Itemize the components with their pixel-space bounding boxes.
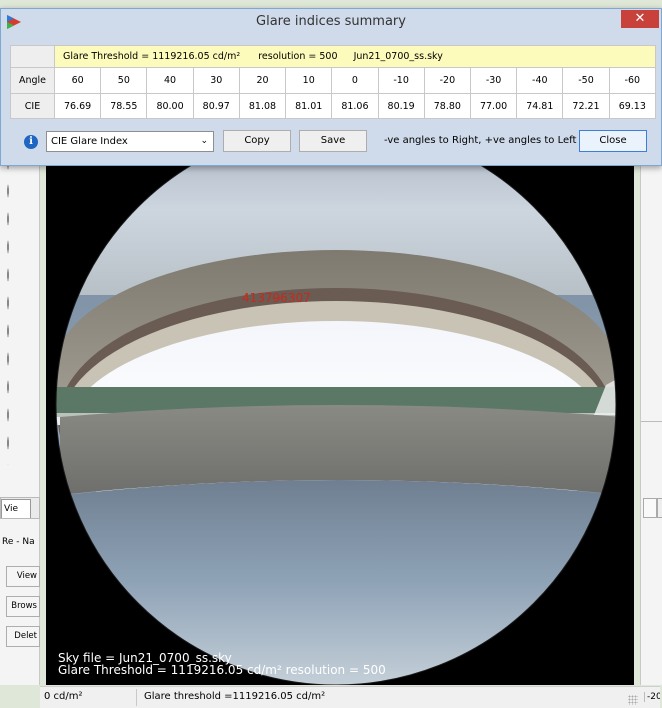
table-row-angle: Angle 60 50 40 30 20 10 0 -10 -20 -30 -40 -50 -60 xyxy=(10,67,657,94)
close-icon: ✕ xyxy=(634,11,646,26)
cie-cell: 74.81 xyxy=(516,93,564,119)
angle-cell: -60 xyxy=(608,67,657,94)
angle-cell: -20 xyxy=(423,67,471,94)
panel-dots xyxy=(6,165,10,465)
status-bar: 0 cd/m² Glare threshold =1119216.05 cd/m… xyxy=(40,686,660,708)
cie-cell: 78.55 xyxy=(100,93,148,119)
dialog-titlebar[interactable]: Glare indices summary ✕ xyxy=(1,9,661,35)
right-divider xyxy=(641,421,662,422)
angle-cell: -50 xyxy=(562,67,610,94)
angle-cell: 60 xyxy=(53,67,102,94)
side-label: Re - Na xyxy=(2,537,35,547)
angle-cell: 50 xyxy=(100,67,148,94)
resize-grip-icon[interactable] xyxy=(628,695,638,705)
dialog-title: Glare indices summary xyxy=(256,14,406,29)
table-corner xyxy=(10,45,55,68)
browse-button[interactable]: Brows xyxy=(6,596,40,617)
angle-cell: 20 xyxy=(238,67,287,94)
angle-direction-hint: -ve angles to Right, +ve angles to Left xyxy=(384,135,577,146)
angle-cell: 40 xyxy=(146,67,194,94)
right-panel xyxy=(640,165,662,685)
cie-cell: 80.00 xyxy=(146,93,194,119)
cie-cell: 81.01 xyxy=(285,93,333,119)
angle-cell: 10 xyxy=(285,67,333,94)
right-box[interactable] xyxy=(657,498,662,518)
cie-cell: 76.69 xyxy=(53,93,102,119)
glare-indices-dialog: Glare indices summary ✕ Glare Threshold … xyxy=(0,8,662,166)
close-button[interactable]: Close xyxy=(579,130,647,152)
cie-cell: 81.08 xyxy=(238,93,287,119)
glare-threshold-overlay: Glare Threshold = 1119216.05 cd/m² resol… xyxy=(58,663,386,677)
fisheye-image xyxy=(55,165,617,685)
row-header-angle: Angle xyxy=(10,67,55,94)
info-resolution: resolution = 500 xyxy=(258,51,338,62)
glare-value-label: 41379̶6307 xyxy=(242,291,311,305)
tab-strip: Vie xyxy=(0,497,40,519)
info-sky-file: Jun21_0700_ss.sky xyxy=(353,51,443,62)
cie-cell: 72.21 xyxy=(562,93,610,119)
dialog-controls: i CIE Glare Index ⌄ Copy Save -ve angles… xyxy=(10,129,656,155)
save-button[interactable]: Save xyxy=(299,130,367,152)
window-close-button[interactable]: ✕ xyxy=(621,10,659,28)
table-row-cie: CIE 76.69 78.55 80.00 80.97 81.08 81.01 81.06 8… xyxy=(10,93,657,119)
tab-view[interactable]: Vie xyxy=(1,499,31,518)
status-luminance: 0 cd/m² xyxy=(44,691,83,702)
fisheye-viewport[interactable]: 41379̶6307 Sky file = Jun21_0700_ss.sky … xyxy=(46,165,634,685)
select-value: CIE Glare Index xyxy=(51,136,128,147)
cie-cell: 80.19 xyxy=(377,93,425,119)
angle-cell: 30 xyxy=(192,67,240,94)
info-threshold: Glare Threshold = 1119216.05 cd/m² xyxy=(63,51,241,62)
right-button[interactable] xyxy=(643,498,657,518)
view-button[interactable]: View xyxy=(6,566,40,587)
cie-cell: 81.06 xyxy=(331,93,379,119)
glare-indices-table: Glare Threshold = 1119216.05 cd/m² resol… xyxy=(10,45,657,119)
cie-cell: 69.13 xyxy=(608,93,657,119)
table-info-row: Glare Threshold = 1119216.05 cd/m² resol… xyxy=(10,45,656,68)
chevron-down-icon: ⌄ xyxy=(200,136,208,146)
angle-cell: -10 xyxy=(377,67,425,94)
delete-button[interactable]: Delet xyxy=(6,626,40,647)
image-overlay-text: Sky file = Jun21_0700_ss.sky Glare Thres… xyxy=(58,652,386,676)
angle-cell: 0 xyxy=(331,67,379,94)
cie-cell: 78.80 xyxy=(423,93,471,119)
cie-cell: 80.97 xyxy=(192,93,240,119)
copy-button[interactable]: Copy xyxy=(223,130,291,152)
table-info-cell: Glare Threshold = 1119216.05 cd/m² resol… xyxy=(54,45,656,68)
angle-cell: -40 xyxy=(516,67,564,94)
cie-cell: 77.00 xyxy=(469,93,518,119)
angle-cell: -30 xyxy=(469,67,518,94)
row-header-cie: CIE xyxy=(10,93,55,119)
status-edge-value: -20 xyxy=(644,692,660,702)
status-glare-threshold: Glare threshold =1119216.05 cd/m² xyxy=(144,691,326,702)
info-icon[interactable]: i xyxy=(24,135,38,149)
glare-index-select[interactable]: CIE Glare Index ⌄ xyxy=(46,131,214,152)
status-separator xyxy=(136,689,137,706)
